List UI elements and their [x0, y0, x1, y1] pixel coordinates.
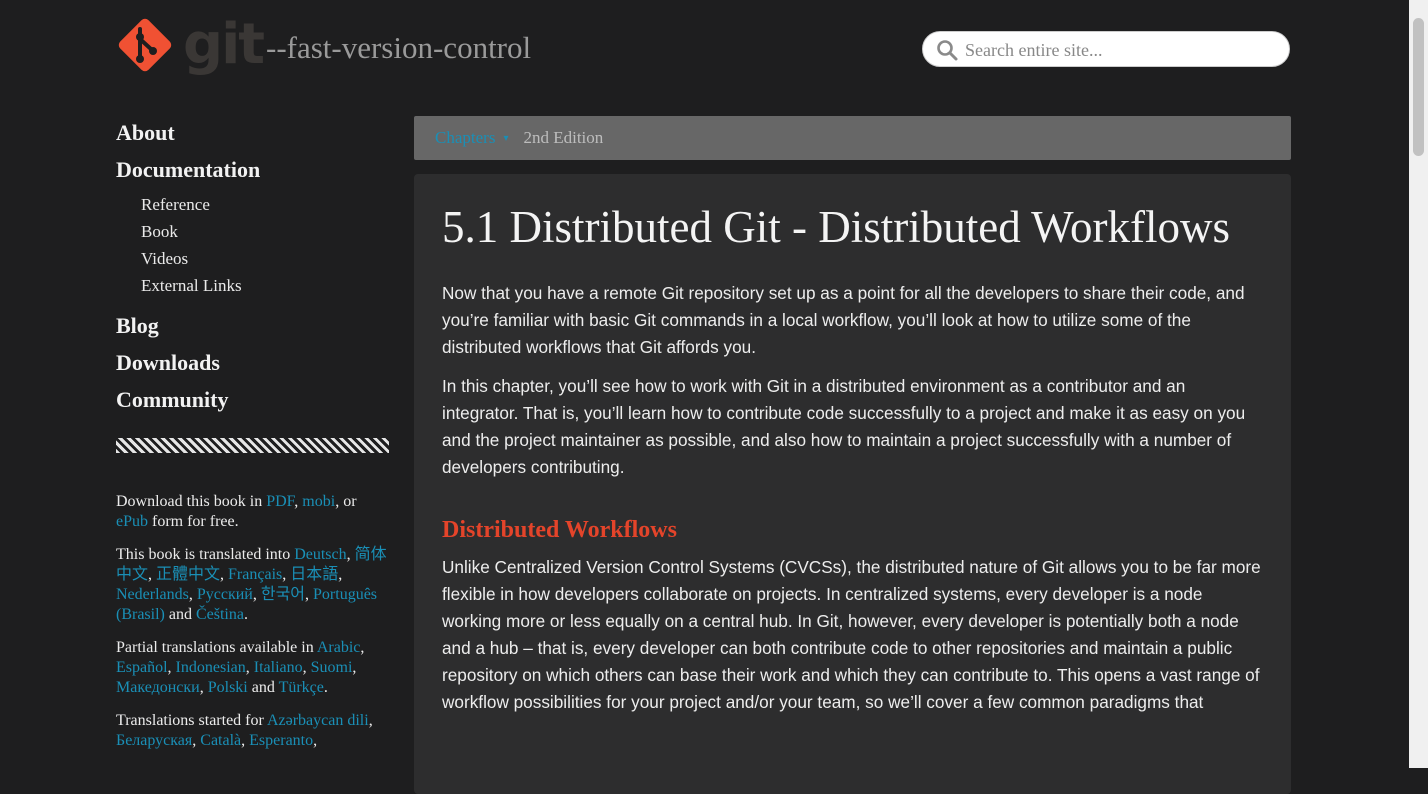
nav-book[interactable]: Book	[141, 218, 391, 245]
nav-blog[interactable]: Blog	[116, 307, 391, 344]
download-info: Download this book in PDF, mobi, or ePub…	[116, 493, 357, 530]
nav-reference[interactable]: Reference	[141, 191, 391, 218]
git-wordmark[interactable]: git	[183, 10, 265, 80]
sidebar: About Documentation Reference Book Video…	[116, 114, 391, 764]
main-content: 5.1 Distributed Git - Distributed Workfl…	[414, 174, 1291, 794]
lang-link-tr[interactable]: Türkçe	[279, 679, 324, 696]
git-logo-icon[interactable]	[116, 16, 174, 74]
page-title: 5.1 Distributed Git - Distributed Workfl…	[442, 202, 1230, 252]
epub-link[interactable]: ePub	[116, 513, 148, 530]
section-heading: Distributed Workflows	[442, 517, 677, 543]
intro-paragraph-2: In this chapter, you’ll see how to work …	[442, 376, 1246, 477]
lang-link-ca[interactable]: Català	[200, 732, 241, 749]
lang-link-ko[interactable]: 한국어	[261, 586, 305, 603]
lang-link-pl[interactable]: Polski	[208, 679, 248, 696]
search-icon	[937, 40, 958, 61]
search-box[interactable]	[922, 31, 1290, 67]
site-tagline: --fast-version-control	[266, 30, 532, 65]
mobi-link[interactable]: mobi	[302, 493, 335, 510]
nav-downloads[interactable]: Downloads	[116, 344, 391, 381]
nav-videos[interactable]: Videos	[141, 245, 391, 272]
search-input[interactable]	[963, 35, 1267, 65]
lang-link-fr[interactable]: Français	[228, 566, 282, 583]
nav-community[interactable]: Community	[116, 381, 391, 418]
edition-label: 2nd Edition	[523, 128, 604, 147]
lang-link-cs[interactable]: Čeština	[196, 606, 244, 623]
pdf-link[interactable]: PDF	[266, 493, 294, 510]
nav-about[interactable]: About	[116, 114, 391, 151]
lang-link-az[interactable]: Azərbaycan dili	[267, 712, 369, 729]
chapters-bar: Chapters ▾ 2nd Edition	[414, 116, 1291, 160]
translations-info: This book is translated into Deutsch, 简体…	[116, 546, 387, 623]
sidebar-divider	[116, 438, 389, 453]
page-scrollbar[interactable]	[1409, 0, 1428, 768]
lang-link-ja[interactable]: 日本語	[290, 566, 338, 583]
scrollbar-thumb[interactable]	[1413, 18, 1424, 156]
chevron-down-icon[interactable]: ▾	[503, 133, 508, 144]
lang-link-be[interactable]: Беларуская	[116, 732, 192, 749]
lang-link-eo[interactable]: Esperanto	[249, 732, 313, 749]
lang-link-ru[interactable]: Русский	[197, 586, 253, 603]
lang-link-de[interactable]: Deutsch	[294, 546, 346, 563]
chapters-dropdown[interactable]: Chapters	[435, 128, 495, 148]
lang-link-zh-tw[interactable]: 正體中文	[156, 566, 220, 583]
nav-documentation[interactable]: Documentation	[116, 151, 391, 188]
lang-link-id[interactable]: Indonesian	[176, 659, 246, 676]
lang-link-fi[interactable]: Suomi	[311, 659, 353, 676]
lang-link-mk[interactable]: Македонски	[116, 679, 200, 696]
nav-external-links[interactable]: External Links	[141, 272, 391, 299]
partial-translations-info: Partial translations available in Arabic…	[116, 639, 365, 696]
lang-link-nl[interactable]: Nederlands	[116, 586, 189, 603]
lang-link-es[interactable]: Español	[116, 659, 168, 676]
documentation-subnav: Reference Book Videos External Links	[141, 191, 391, 299]
intro-paragraph-1: Now that you have a remote Git repositor…	[442, 283, 1245, 357]
started-translations-info: Translations started for Azərbaycan dili…	[116, 712, 373, 749]
lang-link-ar[interactable]: Arabic	[317, 639, 361, 656]
lang-link-it[interactable]: Italiano	[254, 659, 303, 676]
section-paragraph-1: Unlike Centralized Version Control Syste…	[442, 557, 1261, 712]
